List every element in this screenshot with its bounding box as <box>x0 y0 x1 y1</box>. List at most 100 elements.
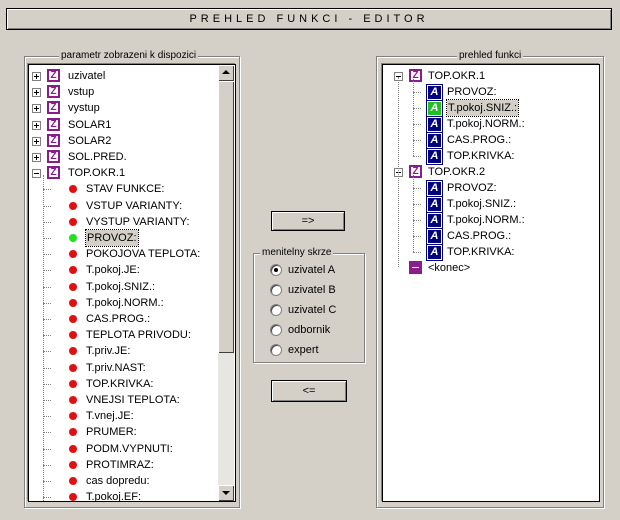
tree-child-node[interactable]: CAS.PROG.: <box>29 311 217 327</box>
status-red-dot-icon <box>69 315 77 323</box>
scroll-up-button[interactable] <box>218 65 234 81</box>
left-tree-scrollbar[interactable] <box>218 65 234 501</box>
overview-param-node[interactable]: A T.pokoj.SNIZ.: <box>383 99 593 117</box>
access-radio[interactable]: uzivatel A <box>270 262 360 278</box>
radio-label: expert <box>288 344 319 356</box>
overview-param-node[interactable]: A PROVOZ: <box>383 180 593 196</box>
remove-from-overview-button[interactable]: <= <box>271 380 347 402</box>
end-marker-node[interactable]: <konec> <box>383 260 593 276</box>
tree-child-node[interactable]: PRUMER: <box>29 424 217 440</box>
tree-child-node[interactable]: T.pokoj.NORM.: <box>29 295 217 311</box>
overview-group-label: TOP.OKR.2 <box>428 166 486 178</box>
tree-connector <box>413 140 421 141</box>
tree-child-node[interactable]: POKOJOVA TEPLOTA: <box>29 246 217 262</box>
scroll-down-button[interactable] <box>218 485 234 501</box>
tree-connector <box>413 204 421 205</box>
tree-connector <box>43 238 51 239</box>
access-radio[interactable]: uzivatel C <box>270 302 360 318</box>
radio-circle[interactable] <box>270 264 282 276</box>
tree-child-label: TEPLOTA PRIVODU: <box>86 329 191 342</box>
tree-connector <box>413 108 421 109</box>
overview-param-label: PROVOZ: <box>447 86 497 98</box>
tree-connector <box>43 367 51 369</box>
left-group-label: parametr zobrazeni k dispozici <box>59 50 199 62</box>
tree-child-node[interactable]: T.priv.JE: <box>29 343 217 359</box>
parameter-a-icon: A <box>427 197 442 212</box>
parameter-a-letter: A <box>430 230 439 242</box>
available-parameters-tree[interactable]: Zuzivatel Zvstup Zvystup Z SOLAR1 Z SOLAR2 Z SOL… <box>28 64 236 502</box>
tree-child-node[interactable]: VSTUP VARIANTY: <box>29 198 217 214</box>
tree-child-node[interactable]: PROVOZ: <box>29 229 217 247</box>
tree-child-label: T.priv.NAST: <box>86 361 146 374</box>
overview-param-node[interactable]: A CAS.PROG.: <box>383 228 593 244</box>
radio-circle[interactable] <box>270 304 282 316</box>
access-radio[interactable]: expert <box>270 342 360 358</box>
tree-child-label: T.pokoj.JE: <box>86 264 140 277</box>
overview-param-node[interactable]: A T.pokoj.NORM.: <box>383 212 593 228</box>
tree-child-node[interactable]: PROTIMRAZ: <box>29 457 217 473</box>
tree-child-node[interactable]: TEPLOTA PRIVODU: <box>29 327 217 343</box>
parameter-a-letter: A <box>430 214 439 226</box>
overview-group-node[interactable]: Z TOP.OKR.1 <box>383 68 593 84</box>
status-green-dot-icon <box>69 234 77 242</box>
status-red-dot-icon <box>69 363 77 372</box>
tree-child-node[interactable]: PODM.VYPNUTI: <box>29 441 217 457</box>
radio-circle[interactable] <box>270 344 282 356</box>
overview-param-label: T.pokoj.SNIZ.: <box>445 99 520 117</box>
add-to-overview-button[interactable]: => <box>271 211 345 231</box>
status-red-dot-icon <box>69 477 77 485</box>
arrow-down-icon <box>222 491 230 495</box>
tree-child-node[interactable]: VYSTUP VARIANTY: <box>29 214 217 230</box>
status-red-dot-icon <box>69 396 77 404</box>
group-z-icon: Z <box>47 150 60 163</box>
parameter-a-letter: A <box>430 198 439 210</box>
access-radio[interactable]: odbornik <box>270 322 360 338</box>
function-overview-tree[interactable]: Z TOP.OKR.1 A PROVOZ: A T.pokoj.SNIZ.: A T.poko… <box>382 64 600 502</box>
tree-child-node[interactable]: cas dopredu: <box>29 473 217 489</box>
tree-root-node[interactable]: Z SOLAR2 <box>29 133 217 149</box>
overview-param-node[interactable]: A T.pokoj.NORM.: <box>383 116 593 132</box>
tree-child-label: STAV FUNKCE: <box>86 183 165 196</box>
tree-root-node[interactable]: Zuzivatel <box>29 68 217 84</box>
tree-connector <box>43 302 51 304</box>
scroll-thumb[interactable] <box>218 81 234 353</box>
tree-child-node[interactable]: TOP.KRIVKA: <box>29 376 217 392</box>
radio-circle[interactable] <box>270 284 282 296</box>
tree-root-label: SOLAR1 <box>68 118 112 131</box>
tree-child-node[interactable]: T.vnej.JE: <box>29 408 217 424</box>
tree-root-node[interactable]: Zvystup <box>29 100 217 116</box>
overview-param-node[interactable]: A TOP.KRIVKA: <box>383 148 593 164</box>
status-red-dot-icon <box>69 428 77 437</box>
tree-connector <box>43 481 51 482</box>
access-radio[interactable]: uzivatel B <box>270 282 360 298</box>
overview-param-node[interactable]: A TOP.KRIVKA: <box>383 244 593 260</box>
tree-root-node[interactable]: Z SOL.PRED. <box>29 149 217 165</box>
tree-child-node[interactable]: T.priv.NAST: <box>29 360 217 376</box>
group-z-icon: Z <box>47 166 60 180</box>
tree-connector <box>43 286 51 288</box>
overview-param-node[interactable]: A CAS.PROG.: <box>383 132 593 148</box>
overview-param-node[interactable]: A PROVOZ: <box>383 84 593 100</box>
tree-child-node[interactable]: STAV FUNKCE: <box>29 181 217 197</box>
overview-group-node[interactable]: Z TOP.OKR.2 <box>383 164 593 180</box>
tree-root-node[interactable]: Zvstup <box>29 84 217 100</box>
tree-root-node[interactable]: Z TOP.OKR.1 <box>29 165 217 181</box>
tree-child-node[interactable]: T.pokoj.EF: <box>29 489 217 501</box>
tree-child-node[interactable]: T.pokoj.JE: <box>29 262 217 278</box>
tree-root-node[interactable]: Z SOLAR1 <box>29 117 217 133</box>
expand-icon[interactable] <box>32 120 41 130</box>
overview-param-node[interactable]: A T.pokoj.SNIZ.: <box>383 196 593 212</box>
end-marker-icon <box>409 261 422 274</box>
expand-icon[interactable] <box>32 153 41 162</box>
expand-icon[interactable] <box>32 104 41 114</box>
tree-child-node[interactable]: VNEJSI TEPLOTA: <box>29 392 217 408</box>
right-group-label: prehled funkci <box>457 50 524 62</box>
tree-child-label: PRUMER: <box>86 426 137 439</box>
radio-circle[interactable] <box>270 324 282 336</box>
tree-child-node[interactable]: T.pokoj.SNIZ.: <box>29 279 217 295</box>
overview-group-label: TOP.OKR.1 <box>428 70 486 82</box>
expand-icon[interactable] <box>32 136 41 146</box>
expand-icon[interactable] <box>32 72 41 81</box>
expand-icon[interactable] <box>32 88 41 98</box>
collapse-icon[interactable] <box>32 169 41 179</box>
